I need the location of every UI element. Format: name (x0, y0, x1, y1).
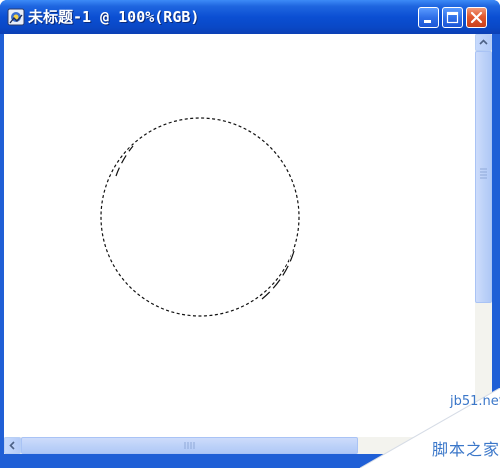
selection-long-dash-2 (261, 250, 295, 300)
scroll-left-arrow-icon (9, 441, 15, 450)
vertical-grip-icon (480, 168, 487, 179)
watermark-site: jb51.net (450, 394, 500, 409)
selection-gap-mask-2 (261, 250, 296, 301)
title-bar[interactable]: 未标题-1 @ 100%(RGB) (0, 0, 500, 34)
maximize-icon (446, 11, 459, 24)
vertical-scrollbar[interactable] (475, 34, 492, 437)
scroll-left-button[interactable] (4, 437, 21, 454)
window-title: 未标题-1 @ 100%(RGB) (28, 8, 200, 26)
horizontal-grip-icon (184, 442, 195, 449)
minimize-button[interactable] (418, 7, 439, 28)
maximize-button[interactable] (442, 7, 463, 28)
photoshop-app-icon[interactable] (7, 8, 25, 26)
vertical-scroll-thumb[interactable] (475, 51, 492, 303)
document-window: 未标题-1 @ 100%(RGB) jb51.net 脚本之家 (0, 0, 500, 468)
watermark-name: 脚本之家 (432, 440, 500, 459)
watermark: jb51.net 脚本之家 (350, 387, 500, 468)
scroll-up-arrow-icon (479, 39, 488, 45)
close-button[interactable] (466, 7, 487, 28)
close-icon (470, 11, 483, 24)
selection-layer (100, 117, 300, 317)
scroll-up-button[interactable] (475, 34, 492, 51)
minimize-icon (424, 20, 431, 23)
canvas-area[interactable] (4, 34, 475, 437)
horizontal-scroll-thumb[interactable] (21, 437, 358, 454)
